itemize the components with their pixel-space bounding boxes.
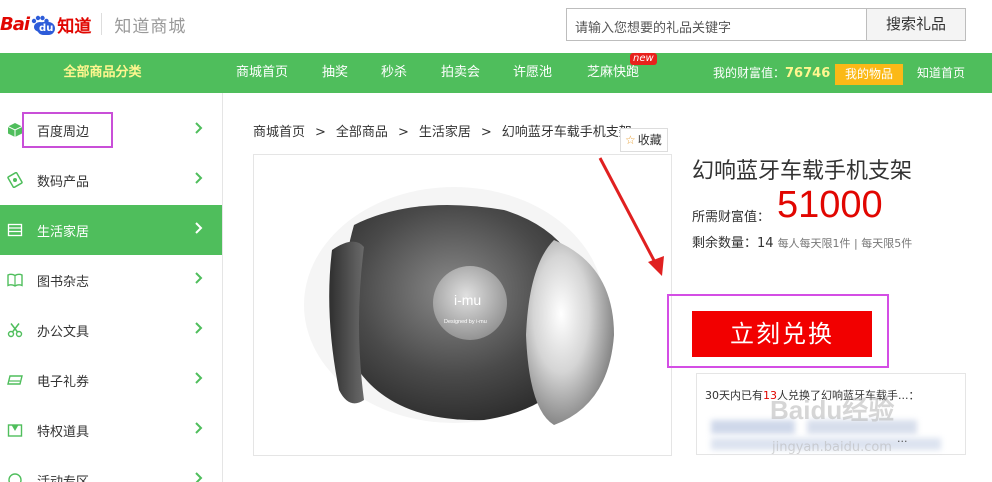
notice-more-dots: ... bbox=[897, 432, 908, 445]
chevron-right-icon bbox=[195, 222, 203, 234]
chevron-right-icon bbox=[195, 322, 203, 334]
wealth-label: 我的财富值： bbox=[713, 66, 786, 80]
mall-name: 知道商城 bbox=[114, 16, 187, 37]
stock-value: 14 bbox=[757, 236, 774, 251]
search-button[interactable]: 搜索礼品 bbox=[866, 8, 966, 41]
wealth-value: 76746 bbox=[785, 66, 831, 81]
nav-item-mall-home[interactable]: 商城首页 bbox=[236, 53, 288, 93]
purchase-limit: 每人每天限1件 | 每天限5件 bbox=[777, 237, 913, 250]
breadcrumb-home-living[interactable]: 生活家居 bbox=[419, 125, 471, 140]
redemption-notice: 30天内已有13人兑换了幻响蓝牙车载手...： ... bbox=[696, 373, 966, 455]
breadcrumb-current: 幻响蓝牙车载手机支架 bbox=[501, 125, 632, 140]
nav-item-auction[interactable]: 拍卖会 bbox=[441, 53, 480, 93]
blurred-user bbox=[711, 420, 795, 434]
sidebar-item-events[interactable]: 活动专区 bbox=[0, 455, 222, 482]
price-value: 51000 bbox=[777, 184, 883, 226]
logo-text-zhidao: 知道 bbox=[57, 16, 92, 37]
star-icon: ☆ bbox=[625, 133, 636, 147]
favorite-label: 收藏 bbox=[637, 133, 662, 147]
price-label: 所需财富值： bbox=[692, 210, 771, 225]
sidebar-item-label: 数码产品 bbox=[37, 175, 90, 190]
category-sidebar: 百度周边 数码产品 生活家居 图书杂志 办公文具 电子礼券 特权道具 bbox=[0, 93, 223, 482]
sidebar-item-books[interactable]: 图书杂志 bbox=[0, 255, 222, 305]
notice-count: 13 bbox=[763, 389, 777, 402]
scissors-icon bbox=[7, 323, 23, 338]
ticket-icon bbox=[7, 375, 23, 385]
logo-text-du: du bbox=[37, 21, 56, 35]
search-input[interactable]: 请输入您想要的礼品关键字 bbox=[566, 8, 866, 41]
nav-all-categories[interactable]: 全部商品分类 bbox=[0, 53, 205, 93]
event-icon bbox=[8, 473, 22, 482]
chevron-right-icon bbox=[195, 472, 203, 482]
box-icon bbox=[7, 123, 23, 137]
sidebar-item-label: 生活家居 bbox=[37, 225, 90, 240]
sidebar-item-digital[interactable]: 数码产品 bbox=[0, 155, 222, 205]
digital-icon bbox=[7, 172, 23, 188]
breadcrumb-mall-home[interactable]: 商城首页 bbox=[253, 125, 305, 140]
breadcrumb-separator: > bbox=[315, 125, 326, 140]
sidebar-item-label: 活动专区 bbox=[37, 471, 89, 482]
nav-zhidao-home[interactable]: 知道首页 bbox=[917, 53, 965, 93]
chevron-right-icon bbox=[195, 372, 203, 384]
sidebar-item-e-coupons[interactable]: 电子礼券 bbox=[0, 355, 222, 405]
site-header: Bai du 知道 知道商城 请输入您想要的礼品关键字 搜索礼品 bbox=[0, 0, 992, 52]
breadcrumb: 商城首页 > 全部商品 > 生活家居 > 幻响蓝牙车载手机支架 bbox=[253, 121, 632, 140]
sidebar-item-privileges[interactable]: 特权道具 bbox=[0, 405, 222, 455]
sidebar-item-home-living[interactable]: 生活家居 bbox=[0, 205, 222, 255]
chevron-right-icon bbox=[195, 422, 203, 434]
privilege-icon bbox=[7, 424, 23, 437]
product-logo-text: i-mu bbox=[454, 292, 481, 308]
nav-item-lottery[interactable]: 抽奖 bbox=[322, 53, 348, 93]
favorite-button[interactable]: ☆ 收藏 bbox=[620, 128, 668, 152]
redemption-notice-text: 30天内已有13人兑换了幻响蓝牙车载手...： bbox=[705, 387, 920, 403]
nav-item-wishing-pool[interactable]: 许愿池 bbox=[513, 53, 552, 93]
category-highlight-box bbox=[22, 112, 113, 148]
chevron-right-icon bbox=[195, 172, 203, 184]
my-items-button[interactable]: 我的物品 bbox=[835, 64, 903, 85]
home-icon bbox=[7, 223, 23, 237]
stock-info: 剩余数量：14 每人每天限1件 | 每天限5件 bbox=[692, 232, 912, 251]
chevron-right-icon bbox=[195, 122, 203, 134]
chevron-right-icon bbox=[195, 272, 203, 284]
notice-suffix: 人兑换了幻响蓝牙车载手...： bbox=[777, 389, 920, 402]
sidebar-item-label: 电子礼券 bbox=[37, 375, 90, 390]
wealth-display: 我的财富值：76746 bbox=[713, 53, 830, 93]
sidebar-item-label: 图书杂志 bbox=[37, 275, 90, 290]
sidebar-item-office[interactable]: 办公文具 bbox=[0, 305, 222, 355]
logo-text-bai: Bai bbox=[0, 13, 30, 35]
new-badge: new bbox=[630, 53, 657, 65]
book-icon bbox=[7, 273, 23, 287]
breadcrumb-all-products[interactable]: 全部商品 bbox=[336, 125, 388, 140]
product-caption-text: Designed by i-mu bbox=[444, 319, 487, 325]
breadcrumb-separator: > bbox=[397, 125, 409, 140]
notice-prefix: 30天内已有 bbox=[705, 389, 763, 402]
baidu-zhidao-logo[interactable]: Bai du 知道 知道商城 bbox=[0, 4, 186, 44]
annotation-arrow bbox=[598, 157, 664, 276]
product-title: 幻响蓝牙车载手机支架 bbox=[692, 159, 913, 184]
sidebar-item-label: 特权道具 bbox=[37, 425, 90, 440]
sidebar-item-label: 办公文具 bbox=[37, 325, 90, 340]
redeem-button[interactable]: 立刻兑换 bbox=[692, 311, 872, 357]
logo-divider bbox=[101, 13, 103, 35]
nav-item-flash-sale[interactable]: 秒杀 bbox=[381, 53, 407, 93]
main-nav: 全部商品分类 商城首页 抽奖 秒杀 拍卖会 许愿池 芝麻快跑 new 我的财富值… bbox=[0, 53, 992, 93]
breadcrumb-separator: > bbox=[480, 125, 492, 140]
stock-label: 剩余数量： bbox=[692, 236, 758, 251]
